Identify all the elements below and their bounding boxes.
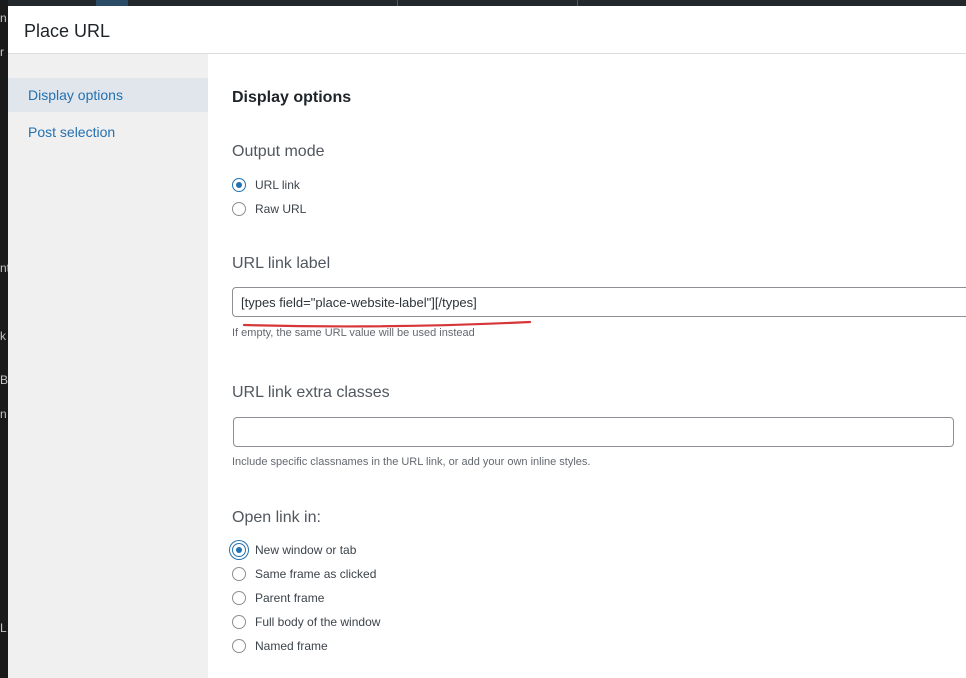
radio-label: Full body of the window	[255, 615, 381, 629]
radio-named-frame-control[interactable]	[232, 639, 246, 653]
dialog-sidebar: Display options Post selection	[8, 54, 208, 678]
radio-label: Parent frame	[255, 591, 325, 605]
radio-full-body-control[interactable]	[232, 615, 246, 629]
radio-label: New window or tab	[255, 543, 357, 557]
url-link-extra-classes-help: Include specific classnames in the URL l…	[232, 456, 591, 468]
background-text: k	[0, 330, 6, 342]
radio-new-window[interactable]: New window or tab	[232, 540, 356, 560]
url-link-label-help: If empty, the same URL value will be use…	[232, 327, 475, 339]
radio-full-body[interactable]: Full body of the window	[232, 612, 380, 632]
radio-parent-frame-control[interactable]	[232, 591, 246, 605]
radio-url-link-control[interactable]	[232, 178, 246, 192]
background-text: n	[0, 12, 7, 24]
radio-same-frame-control[interactable]	[232, 567, 246, 581]
radio-label: Raw URL	[255, 202, 307, 216]
url-link-label-heading: URL link label	[232, 255, 331, 272]
background-text: L	[0, 622, 7, 634]
sidebar-item-display-options[interactable]: Display options	[8, 78, 208, 112]
open-link-in-label: Open link in:	[232, 509, 321, 526]
dialog-content: Display options Output mode URL link Raw…	[208, 54, 966, 678]
output-mode-label: Output mode	[232, 143, 325, 160]
place-url-dialog: Place URL Display options Post selection…	[8, 6, 966, 678]
background-text: n	[0, 408, 7, 420]
dialog-title: Place URL	[24, 21, 111, 41]
background-text: nt	[0, 262, 8, 274]
radio-named-frame[interactable]: Named frame	[232, 636, 328, 656]
sidebar-item-post-selection[interactable]: Post selection	[8, 115, 208, 149]
radio-label: URL link	[255, 178, 300, 192]
background-text: B	[0, 374, 8, 386]
section-title: Display options	[232, 89, 352, 106]
radio-raw-url-control[interactable]	[232, 202, 246, 216]
dialog-header: Place URL	[8, 6, 966, 54]
radio-label: Same frame as clicked	[255, 567, 377, 581]
radio-parent-frame[interactable]: Parent frame	[232, 588, 324, 608]
radio-label: Named frame	[255, 639, 328, 653]
url-link-label-input[interactable]	[232, 287, 966, 317]
radio-same-frame[interactable]: Same frame as clicked	[232, 564, 376, 584]
url-link-extra-classes-input[interactable]	[233, 417, 954, 447]
radio-raw-url[interactable]: Raw URL	[232, 199, 306, 219]
background-text: r	[0, 46, 4, 58]
radio-url-link[interactable]: URL link	[232, 175, 300, 195]
url-link-extra-classes-heading: URL link extra classes	[232, 384, 390, 401]
radio-new-window-control[interactable]	[232, 543, 246, 557]
